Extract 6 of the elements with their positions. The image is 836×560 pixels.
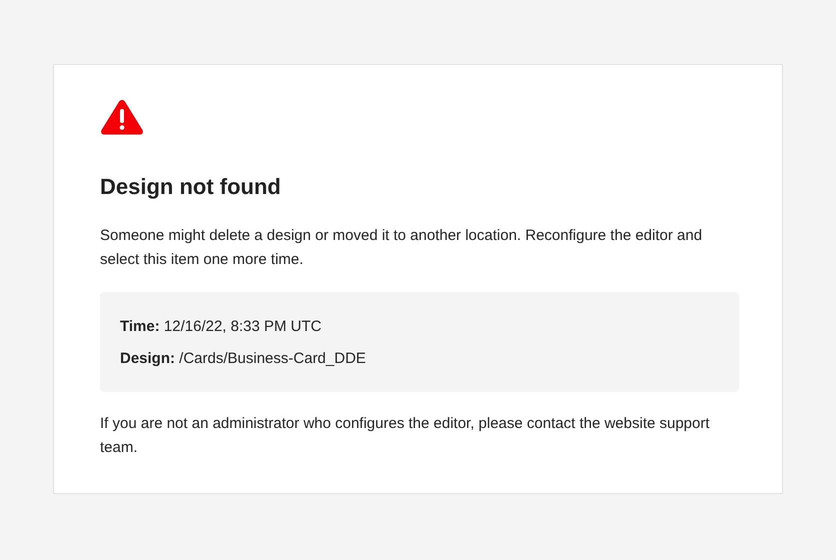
detail-line: Design: /Cards/Business-Card_DDE <box>120 349 367 369</box>
error-title: Design not found <box>100 173 282 201</box>
help-note: If you are not an administrator who configures the editor, please contact the website support team. <box>100 414 711 458</box>
error-message: Someone might delete a design or moved it to another location. Reconfigure the editor and select this item one more time. <box>100 226 704 270</box>
detail-line: Time: 12/16/22, 8:33 PM UTC <box>120 317 322 337</box>
warning-icon <box>100 99 144 135</box>
